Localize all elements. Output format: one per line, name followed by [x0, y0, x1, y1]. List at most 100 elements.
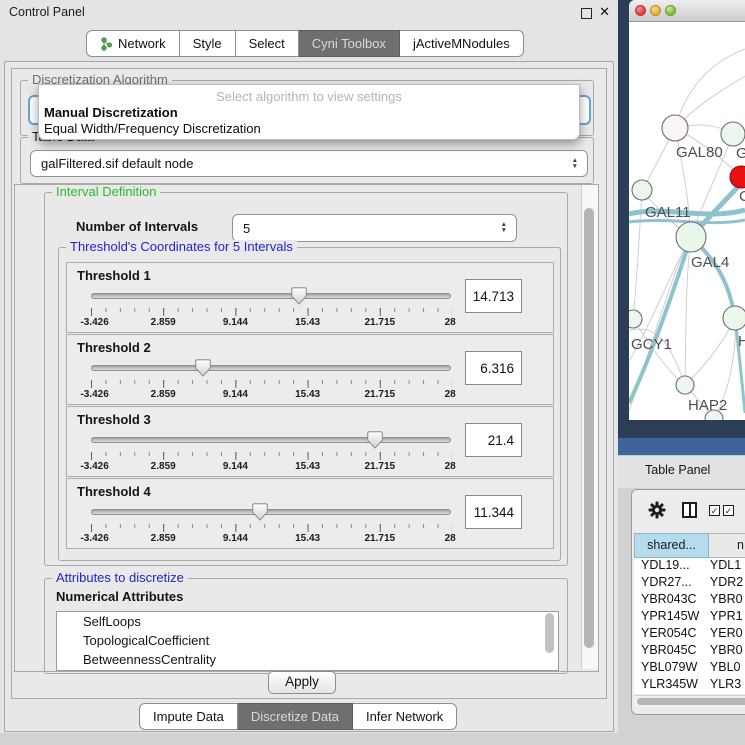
network-canvas[interactable]: GAL80 GA GAL11 C GAL4 GCY1 H HAP2 — [629, 21, 745, 420]
table-row[interactable]: YDL19...YDL1 — [634, 558, 745, 575]
table-row[interactable]: YBR043CYBR0 — [634, 592, 745, 609]
table-row[interactable]: YDR27...YDR2 — [634, 575, 745, 592]
slider-ticks-major — [91, 524, 452, 532]
close-window-icon[interactable] — [635, 5, 646, 16]
tab-label: Style — [193, 31, 222, 56]
threshold-slider-1[interactable] — [91, 287, 451, 305]
zoom-window-icon[interactable] — [665, 5, 676, 16]
dropdown-item-manual[interactable]: Manual Discretization — [39, 105, 579, 121]
list-item[interactable]: SelfLoops — [57, 612, 558, 631]
slider-thumb[interactable] — [291, 287, 307, 305]
tick-label: 15.43 — [295, 317, 320, 328]
tick-label: 15.43 — [295, 389, 320, 400]
tick-label: -3.426 — [80, 389, 108, 400]
slider-thumb[interactable] — [195, 359, 211, 377]
tab-network[interactable]: Network — [86, 30, 180, 57]
threshold-panel-1: Threshold 1 -3.426 2.859 9.144 15.43 21.… — [66, 262, 554, 333]
tab-select[interactable]: Select — [236, 30, 299, 57]
list-item[interactable]: TopologicalCoefficient — [57, 631, 558, 650]
dropdown-placeholder: Select algorithm to view settings — [39, 88, 579, 105]
num-intervals-label: Number of Intervals — [76, 219, 198, 234]
node-gal4[interactable] — [676, 222, 706, 252]
split-table-icon[interactable] — [682, 502, 697, 518]
algorithm-dropdown-popup: Select algorithm to view settings Manual… — [38, 84, 580, 140]
slider-thumb[interactable] — [367, 431, 383, 449]
node-hap2[interactable] — [676, 376, 694, 394]
slider-ticks-major — [91, 380, 452, 388]
horizontal-scrollbar-thumb[interactable] — [637, 698, 745, 705]
tab-infer-network[interactable]: Infer Network — [353, 703, 457, 730]
num-intervals-combo[interactable]: 5 ▲▼ — [232, 214, 517, 242]
node-label: GAL4 — [691, 254, 729, 271]
tab-label: Network — [118, 31, 166, 56]
attributes-list[interactable]: SelfLoops TopologicalCoefficient Between… — [56, 611, 559, 671]
threshold-label: Threshold 4 — [77, 484, 151, 499]
vertical-scrollbar-thumb[interactable] — [584, 208, 594, 648]
horizontal-scrollbar[interactable] — [634, 695, 745, 707]
table-panel-window: ✓ ✓ shared... n YDL19...YDL1 YDR27...YDR… — [631, 489, 745, 715]
tab-impute-data[interactable]: Impute Data — [139, 703, 238, 730]
threshold-slider-4[interactable] — [91, 503, 451, 521]
interval-definition-title: Interval Definition — [52, 185, 160, 199]
tick-label: 21.715 — [365, 317, 396, 328]
control-panel: Control Panel ✕ Network Style Select Cyn… — [0, 0, 618, 733]
combo-arrows-icon: ▲▼ — [501, 222, 516, 234]
network-desktop-background-lower — [618, 438, 745, 455]
threshold-value-field[interactable]: 11.344 — [465, 495, 522, 529]
node-red-selected[interactable] — [730, 166, 745, 188]
tick-label: 2.859 — [151, 461, 176, 472]
tick-label: -3.426 — [80, 317, 108, 328]
slider-track[interactable] — [91, 365, 451, 371]
threshold-slider-2[interactable] — [91, 359, 451, 377]
threshold-label: Threshold 2 — [77, 340, 151, 355]
slider-track[interactable] — [91, 509, 451, 515]
table-rows: YDL19...YDL1 YDR27...YDR2 YBR043CYBR0 YP… — [634, 558, 745, 694]
tab-jactivemnodules[interactable]: jActiveMNodules — [400, 30, 524, 57]
apply-button[interactable]: Apply — [268, 671, 336, 694]
threshold-panel-4: Threshold 4 -3.426 2.859 9.144 15.43 21.… — [66, 478, 554, 549]
table-data-combo[interactable]: galFiltered.sif default node ▲▼ — [30, 150, 588, 177]
tick-label: 9.144 — [223, 533, 248, 544]
select-all-columns-icon[interactable]: ✓ — [723, 505, 734, 516]
table-row[interactable]: YPR145WYPR1 — [634, 609, 745, 626]
tab-cyni-toolbox[interactable]: Cyni Toolbox — [299, 30, 400, 57]
network-window-titlebar[interactable] — [629, 0, 745, 22]
slider-thumb[interactable] — [252, 503, 268, 521]
node-top-right[interactable] — [721, 122, 745, 146]
threshold-panel-2: Threshold 2 -3.426 2.859 9.144 15.43 21.… — [66, 334, 554, 405]
table-row[interactable]: YER054CYER0 — [634, 626, 745, 643]
table-panel-title: Table Panel — [645, 463, 710, 477]
node-gal80[interactable] — [662, 115, 688, 141]
close-panel-icon[interactable]: ✕ — [599, 4, 610, 20]
list-item[interactable]: BetweennessCentrality — [57, 650, 558, 669]
threshold-value-field[interactable]: 14.713 — [465, 279, 522, 313]
threshold-slider-3[interactable] — [91, 431, 451, 449]
tab-label: Select — [249, 31, 285, 56]
top-tab-bar: Network Style Select Cyni Toolbox jActiv… — [86, 30, 524, 57]
tab-discretize-data[interactable]: Discretize Data — [238, 703, 353, 730]
table-row[interactable]: YBR045CYBR0 — [634, 643, 745, 660]
tab-style[interactable]: Style — [180, 30, 236, 57]
dropdown-item-equal-width[interactable]: Equal Width/Frequency Discretization — [39, 121, 579, 137]
float-panel-icon[interactable] — [581, 8, 592, 19]
select-columns-icon[interactable]: ✓ — [709, 505, 720, 516]
column-header-shared-name[interactable]: shared... — [634, 533, 709, 558]
threshold-value-field[interactable]: 6.316 — [465, 351, 522, 385]
column-header-name[interactable]: n — [709, 533, 745, 558]
list-scrollbar-thumb[interactable] — [545, 613, 554, 653]
app-root: Control Panel ✕ Network Style Select Cyn… — [0, 0, 745, 745]
tick-label: -3.426 — [80, 533, 108, 544]
table-row[interactable]: YBL079WYBL0 — [634, 660, 745, 677]
slider-ticks-major — [91, 452, 452, 460]
attributes-group-title: Attributes to discretize — [52, 571, 188, 585]
minimize-window-icon[interactable] — [650, 5, 661, 16]
node-gal11[interactable] — [632, 180, 652, 200]
slider-track[interactable] — [91, 293, 451, 299]
node-right-mid[interactable] — [723, 306, 745, 330]
slider-track[interactable] — [91, 437, 451, 443]
node-gcy1[interactable] — [629, 310, 642, 328]
tick-label: -3.426 — [80, 461, 108, 472]
table-row[interactable]: YLR345WYLR3 — [634, 677, 745, 694]
threshold-value-field[interactable]: 21.4 — [465, 423, 522, 457]
gear-icon[interactable] — [648, 501, 666, 519]
